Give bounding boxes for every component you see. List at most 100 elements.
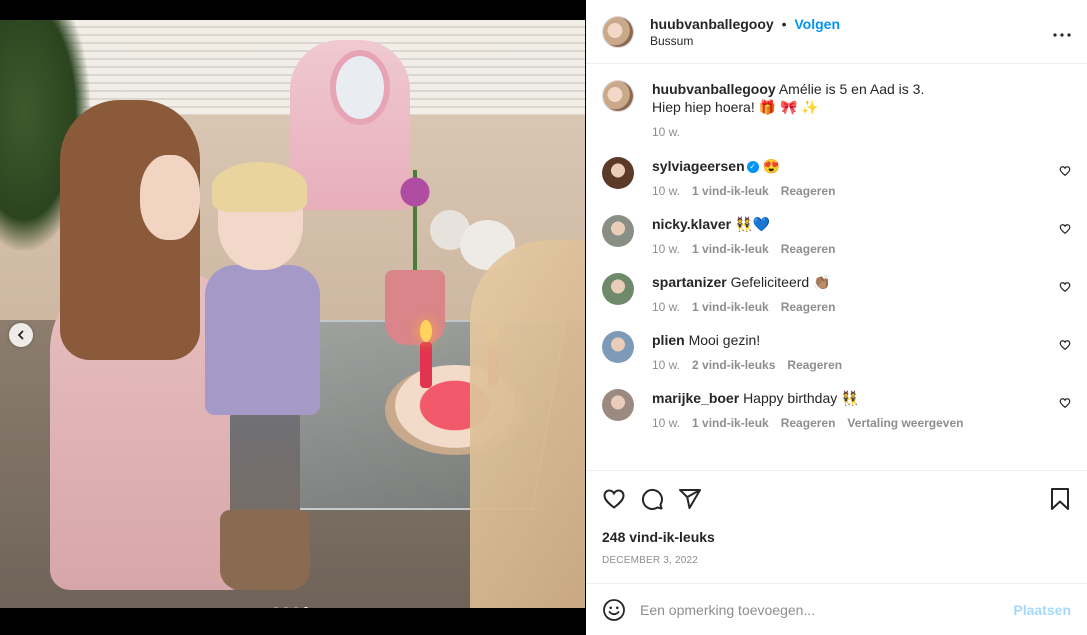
comment-text: Gefeliciteerd 👏🏽	[730, 274, 831, 290]
post-location[interactable]: Bussum	[650, 34, 840, 48]
comment-text: Happy birthday 👯	[743, 390, 859, 406]
reply-button[interactable]: Reageren	[781, 242, 836, 256]
verified-badge-icon: ✓	[746, 161, 759, 174]
comment-text-line: plien Mooi gezin!	[652, 331, 1071, 349]
post-comment-button[interactable]: Plaatsen	[1013, 602, 1071, 618]
comment-text: 😍	[762, 158, 780, 174]
comment-time[interactable]: 10 w.	[652, 358, 680, 372]
comment-like-heart-icon[interactable]	[1059, 165, 1071, 177]
add-comment-bar: Plaatsen	[586, 583, 1087, 635]
commenter-username[interactable]: marijke_boer	[652, 390, 739, 406]
photo-person-foreground	[470, 240, 585, 608]
reply-button[interactable]: Reageren	[781, 300, 836, 314]
caption-text: huubvanballegooy Amélie is 5 en Aad is 3…	[652, 80, 1071, 116]
comment-like-heart-icon[interactable]	[1059, 281, 1071, 293]
emoji-icon[interactable]	[602, 598, 626, 622]
author-avatar[interactable]	[602, 15, 634, 48]
reply-button[interactable]: Reageren	[781, 416, 836, 430]
reply-button[interactable]: Reageren	[781, 184, 836, 198]
comment-text: 👯💙	[735, 216, 770, 232]
caption-body: huubvanballegooy Amélie is 5 en Aad is 3…	[652, 80, 1071, 139]
commenter-username[interactable]: sylviageersen	[652, 158, 745, 174]
comment-text-line: sylviageersen ✓ 😍	[652, 157, 1071, 175]
comment-meta: 10 w. 1 vind-ik-leuk Reageren	[652, 242, 1071, 256]
caption-line-2: Hiep hiep hoera! 🎁 🎀 ✨	[652, 99, 819, 115]
commenter-avatar[interactable]	[602, 157, 634, 189]
action-icons	[602, 471, 1071, 527]
comment-meta: 10 w. 2 vind-ik-leuks Reageren	[652, 358, 1071, 372]
post-date[interactable]: DECEMBER 3, 2022	[602, 555, 1071, 566]
likes-count[interactable]: 248 vind-ik-leuks	[602, 529, 1071, 545]
photo-girl-face	[140, 155, 200, 240]
comment-body: marijke_boer Happy birthday 👯 10 w. 1 vi…	[652, 389, 1071, 430]
caption-avatar[interactable]	[602, 80, 634, 112]
comment-row: nicky.klaver 👯💙 10 w. 1 vind-ik-leuk Rea…	[602, 215, 1071, 256]
comment-body: spartanizer Gefeliciteerd 👏🏽 10 w. 1 vin…	[652, 273, 1071, 314]
carousel-dot	[273, 607, 279, 608]
caption-line-1: Amélie is 5 en Aad is 3.	[778, 81, 925, 97]
comment-time[interactable]: 10 w.	[652, 242, 680, 256]
post-panel: huubvanballegooy • Volgen Bussum huubvan…	[586, 0, 1087, 635]
caption-time[interactable]: 10 w.	[652, 125, 680, 139]
comment-like-heart-icon[interactable]	[1059, 397, 1071, 409]
avatar-image	[603, 16, 633, 47]
comment-text-line: marijke_boer Happy birthday 👯	[652, 389, 1071, 407]
bookmark-icon[interactable]	[1049, 487, 1071, 511]
comment-likes[interactable]: 1 vind-ik-leuk	[692, 242, 769, 256]
comments-list[interactable]: huubvanballegooy Amélie is 5 en Aad is 3…	[586, 64, 1087, 470]
carousel-prev-button[interactable]	[9, 323, 33, 347]
comment-body: sylviageersen ✓ 😍 10 w. 1 vind-ik-leuk Re…	[652, 157, 1071, 198]
avatar-image	[602, 157, 634, 189]
comment-text: Mooi gezin!	[688, 332, 761, 348]
comment-meta: 10 w. 1 vind-ik-leuk Reageren	[652, 300, 1071, 314]
avatar-image	[602, 273, 634, 305]
comment-row: sylviageersen ✓ 😍 10 w. 1 vind-ik-leuk Re…	[602, 157, 1071, 198]
follow-button[interactable]: Volgen	[794, 16, 840, 32]
comment-time[interactable]: 10 w.	[652, 416, 680, 430]
commenter-avatar[interactable]	[602, 273, 634, 305]
caption-meta: 10 w.	[652, 125, 1071, 139]
avatar-image	[602, 331, 634, 363]
caption-username[interactable]: huubvanballegooy	[652, 81, 776, 97]
translate-button[interactable]: Vertaling weergeven	[847, 416, 963, 430]
comment-likes[interactable]: 1 vind-ik-leuk	[692, 300, 769, 314]
share-icon[interactable]	[678, 487, 702, 511]
photo-candle	[420, 342, 432, 388]
commenter-avatar[interactable]	[602, 331, 634, 363]
photo-boy-hair	[212, 162, 307, 212]
comment-likes[interactable]: 2 vind-ik-leuks	[692, 358, 775, 372]
commenter-avatar[interactable]	[602, 389, 634, 421]
comment-icon[interactable]	[640, 487, 664, 511]
post-header: huubvanballegooy • Volgen Bussum	[586, 0, 1087, 64]
avatar-image	[602, 215, 634, 247]
chevron-left-icon	[17, 330, 24, 340]
commenter-username[interactable]: spartanizer	[652, 274, 727, 290]
comment-row: marijke_boer Happy birthday 👯 10 w. 1 vi…	[602, 389, 1071, 430]
photo-candle-flame	[420, 320, 432, 342]
heart-icon[interactable]	[602, 487, 626, 511]
commenter-username[interactable]: nicky.klaver	[652, 216, 731, 232]
comment-meta: 10 w. 1 vind-ik-leuk Reageren	[652, 184, 1071, 198]
comment-likes[interactable]: 1 vind-ik-leuk	[692, 184, 769, 198]
comment-like-heart-icon[interactable]	[1059, 223, 1071, 235]
photo-toy-mirror	[330, 50, 390, 125]
avatar-image	[603, 81, 633, 111]
comment-meta: 10 w. 1 vind-ik-leuk Reageren Vertaling …	[652, 416, 1071, 430]
avatar-image	[602, 389, 634, 421]
comment-input[interactable]	[640, 601, 1014, 618]
comment-time[interactable]: 10 w.	[652, 184, 680, 198]
author-username[interactable]: huubvanballegooy	[650, 16, 774, 32]
comment-likes[interactable]: 1 vind-ik-leuk	[692, 416, 769, 430]
reply-button[interactable]: Reageren	[787, 358, 842, 372]
comment-like-heart-icon[interactable]	[1059, 339, 1071, 351]
commenter-username[interactable]: plien	[652, 332, 685, 348]
carousel-dot	[303, 607, 309, 608]
post-caption: huubvanballegooy Amélie is 5 en Aad is 3…	[602, 80, 1071, 139]
post-media[interactable]	[0, 20, 585, 608]
comment-rows: sylviageersen ✓ 😍 10 w. 1 vind-ik-leuk Re…	[602, 157, 1071, 430]
photo-boots	[220, 510, 310, 590]
commenter-avatar[interactable]	[602, 215, 634, 247]
post-actions: 248 vind-ik-leuks DECEMBER 3, 2022	[586, 470, 1087, 584]
more-options-button[interactable]	[1053, 21, 1071, 42]
comment-time[interactable]: 10 w.	[652, 300, 680, 314]
